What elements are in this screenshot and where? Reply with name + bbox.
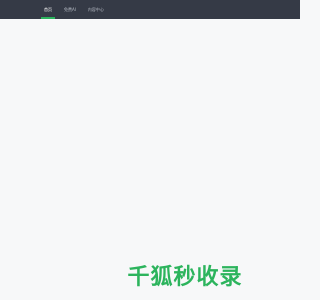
brand-logo: 千狐秒收录 xyxy=(120,262,250,290)
nav-item-content-center[interactable]: 内容中心 xyxy=(82,0,110,19)
nav-item-home-label: 首页 xyxy=(44,6,52,12)
nav-item-free-ai-label: 免费AI xyxy=(64,6,76,12)
nav-item-home[interactable]: 首页 xyxy=(38,0,58,19)
nav-item-free-ai[interactable]: 免费AI xyxy=(58,0,82,19)
top-navigation-bar: 首页 免费AI 内容中心 xyxy=(0,0,300,19)
nav-item-content-center-label: 内容中心 xyxy=(87,6,104,12)
main-nav: 首页 免费AI 内容中心 xyxy=(38,0,110,19)
brand-logo-text: 千狐秒收录 xyxy=(127,265,243,290)
main-content-area xyxy=(0,19,300,300)
